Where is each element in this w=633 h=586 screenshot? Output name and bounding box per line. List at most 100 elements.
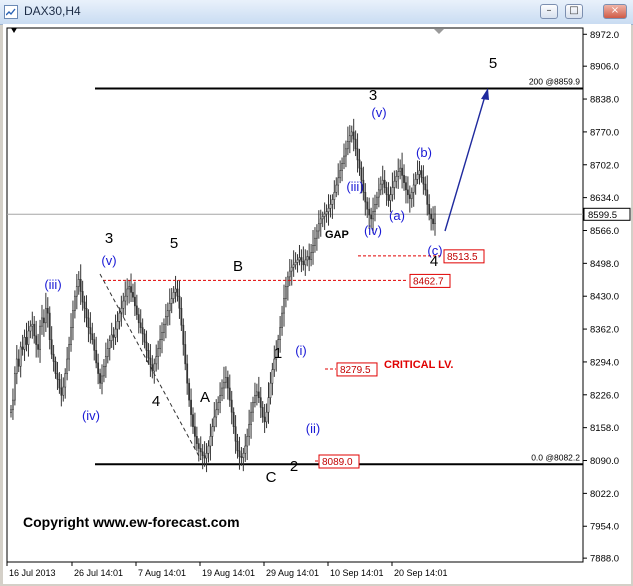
candle-body [60,387,63,396]
candle-body [259,397,262,408]
current-price-label: 8599.5 [588,210,617,221]
candle-body [244,445,247,454]
y-tick-label: 8022.0 [590,489,619,500]
candle-body [354,138,357,150]
candle-body [323,213,326,217]
candle-body [312,245,314,254]
candle-body [194,426,196,437]
wave-label-black: 3 [369,87,377,104]
candle-body [310,252,312,260]
candle-body [17,358,20,367]
candle-body [166,310,169,317]
candle-body [174,288,177,293]
candle-body [21,346,24,350]
chart-icon [4,5,18,19]
candle-body [81,291,84,303]
candle-body [101,375,103,384]
candle-body [184,344,187,365]
candle-body [41,317,43,327]
candle-body [269,382,272,398]
candle-body [254,394,256,403]
candle-body [159,339,161,349]
candle-body [395,176,398,182]
candle-body [116,321,119,330]
wave-label-blue: (ii) [306,421,320,436]
wave-label-blue: (c) [427,243,442,258]
wave-label-black: 1 [274,345,282,362]
candle-body [356,148,359,161]
candle-body [192,414,194,427]
candle-body [178,295,181,309]
minimize-button[interactable]: – [540,4,558,19]
candle-body [236,440,239,452]
candle-body [23,336,26,350]
candle-body [410,192,413,199]
candle-body [54,361,57,374]
candle-body [412,184,415,193]
candle-body [195,436,198,444]
candle-body [37,344,40,350]
candle-body [333,192,336,200]
candle-body [298,257,301,261]
candle-body [329,204,332,209]
candle-body [401,167,403,176]
wave-label-blue: (iv) [364,223,382,238]
candle-body [420,170,423,178]
candle-body [155,356,158,365]
candle-body [346,141,349,150]
candle-body [103,365,105,377]
candle-body [327,207,330,212]
candle-body [331,199,334,205]
candle-body [27,330,30,345]
wave-label-black: 2 [290,458,298,475]
candle-body [217,402,220,411]
candle-body [345,148,347,157]
x-tick-label: 29 Aug 14:01 [266,568,319,578]
candle-body [300,257,303,262]
candle-body [292,264,295,268]
x-tick-label: 26 Jul 14:01 [74,568,123,578]
candle-body [391,187,394,196]
candle-body [288,270,291,278]
candle-body [85,307,88,319]
maximize-button[interactable]: □ [565,4,583,19]
candle-body [352,131,355,140]
candle-body [91,333,94,341]
candle-body [321,216,324,220]
wave-label-blue: (v) [101,253,116,268]
candle-body [406,189,409,196]
y-tick-label: 8702.0 [590,160,619,171]
wave-label-blue: (iii) [346,179,363,194]
candle-body [141,327,144,335]
candle-body [319,218,322,225]
candle-body [246,436,249,447]
candle-body [424,183,427,191]
gap-annotation: GAP [325,229,349,241]
candle-body [213,416,216,427]
candle-body [339,170,342,179]
candle-body [95,350,98,364]
candle-body [108,340,111,349]
candle-body [29,325,32,332]
close-button[interactable]: × [603,4,627,19]
candle-body [225,377,227,383]
wave-label-blue: (i) [295,343,307,358]
candle-body [232,411,235,427]
candle-body [164,316,167,325]
candle-body [228,387,231,401]
candle-body [381,179,384,185]
candle-body [286,276,289,287]
candle-body [161,332,163,341]
candle-body [139,322,142,328]
y-tick-label: 8362.0 [590,325,619,336]
y-tick-label: 8430.0 [590,292,619,303]
price-tag-label: 8279.5 [340,365,371,376]
y-tick-label: 8226.0 [590,390,619,401]
window-titlebar[interactable]: DAX30,H4 – □ × [0,0,633,25]
candle-body [56,373,59,380]
candle-body [370,214,373,220]
candle-body [153,363,156,372]
candle-body [77,278,80,287]
candle-body [248,423,251,437]
copyright-text: Copyright www.ew-forecast.com [23,514,240,530]
